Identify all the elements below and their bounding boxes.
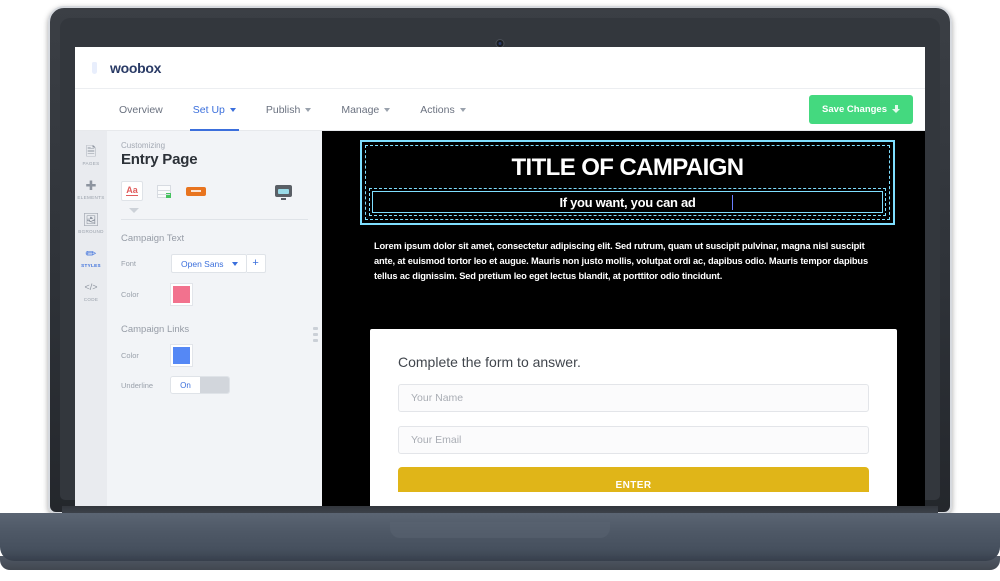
responsive-preview-tool-button[interactable] xyxy=(272,181,294,201)
sidebar-item-code-label: CODE xyxy=(83,297,99,302)
page-title: Entry Page xyxy=(121,151,198,168)
text-cursor-caret xyxy=(731,195,733,210)
pages-icon: 🗎 xyxy=(85,144,97,159)
underline-toggle-on-label: On xyxy=(171,377,200,393)
add-font-button[interactable]: + xyxy=(246,254,266,273)
underline-toggle[interactable]: On xyxy=(171,377,229,393)
webcam-lens xyxy=(498,42,502,45)
campaign-title[interactable]: TITLE OF CAMPAIGN xyxy=(362,154,893,182)
laptop-base-notch xyxy=(390,522,610,538)
tab-actions[interactable]: Actions xyxy=(420,89,466,131)
font-select[interactable]: Open Sans xyxy=(171,254,247,273)
enter-submit-button[interactable]: ENTER xyxy=(398,467,869,492)
enter-submit-label: ENTER xyxy=(615,480,652,491)
code-icon: </> xyxy=(84,282,98,292)
email-field[interactable]: Your Email xyxy=(398,426,869,454)
woobox-hexagon-logo-icon xyxy=(86,59,103,77)
main-navigation: Overview Set Up Publish Manage Actions S… xyxy=(75,89,925,131)
app-header: woobox xyxy=(75,47,925,89)
sidebar-item-styles[interactable]: ✏ STYLES xyxy=(75,239,107,273)
chevron-down-icon xyxy=(229,107,236,112)
save-changes-label: Save Changes xyxy=(822,104,887,115)
form-rows-icon xyxy=(157,184,171,198)
tab-publish-label: Publish xyxy=(265,103,301,116)
chevron-down-icon xyxy=(384,107,391,112)
text-color-label: Color xyxy=(121,290,139,299)
element-tool-row: Aa xyxy=(121,181,322,201)
underline-row: Underline On xyxy=(121,377,322,393)
sidebar-item-pages[interactable]: 🗎 PAGES xyxy=(75,137,107,171)
chevron-down-icon xyxy=(305,107,312,112)
font-label: Font xyxy=(121,259,137,268)
tab-manage-label: Manage xyxy=(341,103,380,116)
entry-form-card: Complete the form to answer. Your Name Y… xyxy=(370,329,897,506)
sidebar-item-pages-label: PAGES xyxy=(82,161,100,166)
name-field[interactable]: Your Name xyxy=(398,384,869,412)
text-styles-tool-button[interactable]: Aa xyxy=(121,181,143,201)
sidebar-item-background[interactable]: 🖼 BGROUND xyxy=(75,205,107,239)
app-logo-text: woobox xyxy=(110,59,162,76)
campaign-text-section-title: Campaign Text xyxy=(121,233,185,244)
properties-panel: Customizing Entry Page Aa Campaign Text … xyxy=(107,131,322,506)
editor-icon-rail: 🗎 PAGES ✚ ELEMENTS 🖼 BGROUND ✏ STYLES </… xyxy=(75,131,107,506)
workspace: 🗎 PAGES ✚ ELEMENTS 🖼 BGROUND ✏ STYLES </… xyxy=(75,131,925,506)
tab-set-up-label: Set Up xyxy=(192,103,225,116)
tab-overview-label: Overview xyxy=(119,103,163,116)
panel-divider xyxy=(121,219,308,220)
campaign-body-text[interactable]: Lorem ipsum dolor sit amet, consectetur … xyxy=(374,239,881,284)
sidebar-item-styles-label: STYLES xyxy=(81,263,101,268)
laptop-mockup: woobox Overview Set Up Publish Manage Ac… xyxy=(0,0,1000,581)
campaign-preview-canvas: TITLE OF CAMPAIGN If you want, you can a… xyxy=(322,131,925,506)
button-element-icon xyxy=(186,186,206,196)
name-field-placeholder: Your Name xyxy=(411,392,464,404)
sidebar-item-elements-label: ELEMENTS xyxy=(77,195,105,200)
font-row: Font Open Sans + xyxy=(121,254,322,273)
browser-screen: woobox Overview Set Up Publish Manage Ac… xyxy=(75,47,925,506)
text-color-swatch[interactable] xyxy=(171,284,192,305)
font-select-value: Open Sans xyxy=(181,258,224,269)
subtitle-selection-box[interactable]: If you want, you can ad xyxy=(369,188,886,216)
customizing-eyebrow: Customizing xyxy=(121,141,166,150)
panel-resize-grip[interactable] xyxy=(313,327,319,342)
sidebar-item-background-label: BGROUND xyxy=(78,229,104,234)
tab-set-up[interactable]: Set Up xyxy=(189,89,239,131)
save-changes-button[interactable]: Save Changes xyxy=(809,95,913,124)
campaign-subtitle[interactable]: If you want, you can ad xyxy=(373,195,882,210)
form-heading: Complete the form to answer. xyxy=(398,354,581,370)
link-color-swatch[interactable] xyxy=(171,345,192,366)
download-icon xyxy=(892,105,900,114)
text-styles-tool-label: Aa xyxy=(126,185,138,196)
tab-manage[interactable]: Manage xyxy=(341,89,391,131)
form-rows-tool-button[interactable] xyxy=(153,181,175,201)
underline-toggle-off xyxy=(200,377,229,393)
chevron-down-icon xyxy=(459,107,466,112)
paintbrush-icon: ✏ xyxy=(85,246,97,261)
plus-icon: ✚ xyxy=(85,178,97,193)
sidebar-item-code[interactable]: </> CODE xyxy=(75,273,107,307)
chevron-down-icon xyxy=(231,261,238,266)
image-icon: 🖼 xyxy=(82,212,100,227)
sidebar-item-elements[interactable]: ✚ ELEMENTS xyxy=(75,171,107,205)
title-block-selection[interactable]: TITLE OF CAMPAIGN If you want, you can a… xyxy=(360,140,895,225)
tab-publish[interactable]: Publish xyxy=(265,89,312,131)
text-color-row: Color xyxy=(121,284,322,305)
link-color-label: Color xyxy=(121,351,139,360)
panel-caret-indicator xyxy=(129,208,139,213)
laptop-front-edge xyxy=(0,556,1000,570)
tab-overview[interactable]: Overview xyxy=(119,89,163,131)
monitor-icon xyxy=(274,185,292,200)
tab-actions-label: Actions xyxy=(420,103,455,116)
email-field-placeholder: Your Email xyxy=(411,434,462,446)
campaign-links-section-title: Campaign Links xyxy=(121,324,190,335)
underline-label: Underline xyxy=(121,380,154,390)
link-color-row: Color xyxy=(121,345,322,366)
button-style-tool-button[interactable] xyxy=(185,181,207,201)
